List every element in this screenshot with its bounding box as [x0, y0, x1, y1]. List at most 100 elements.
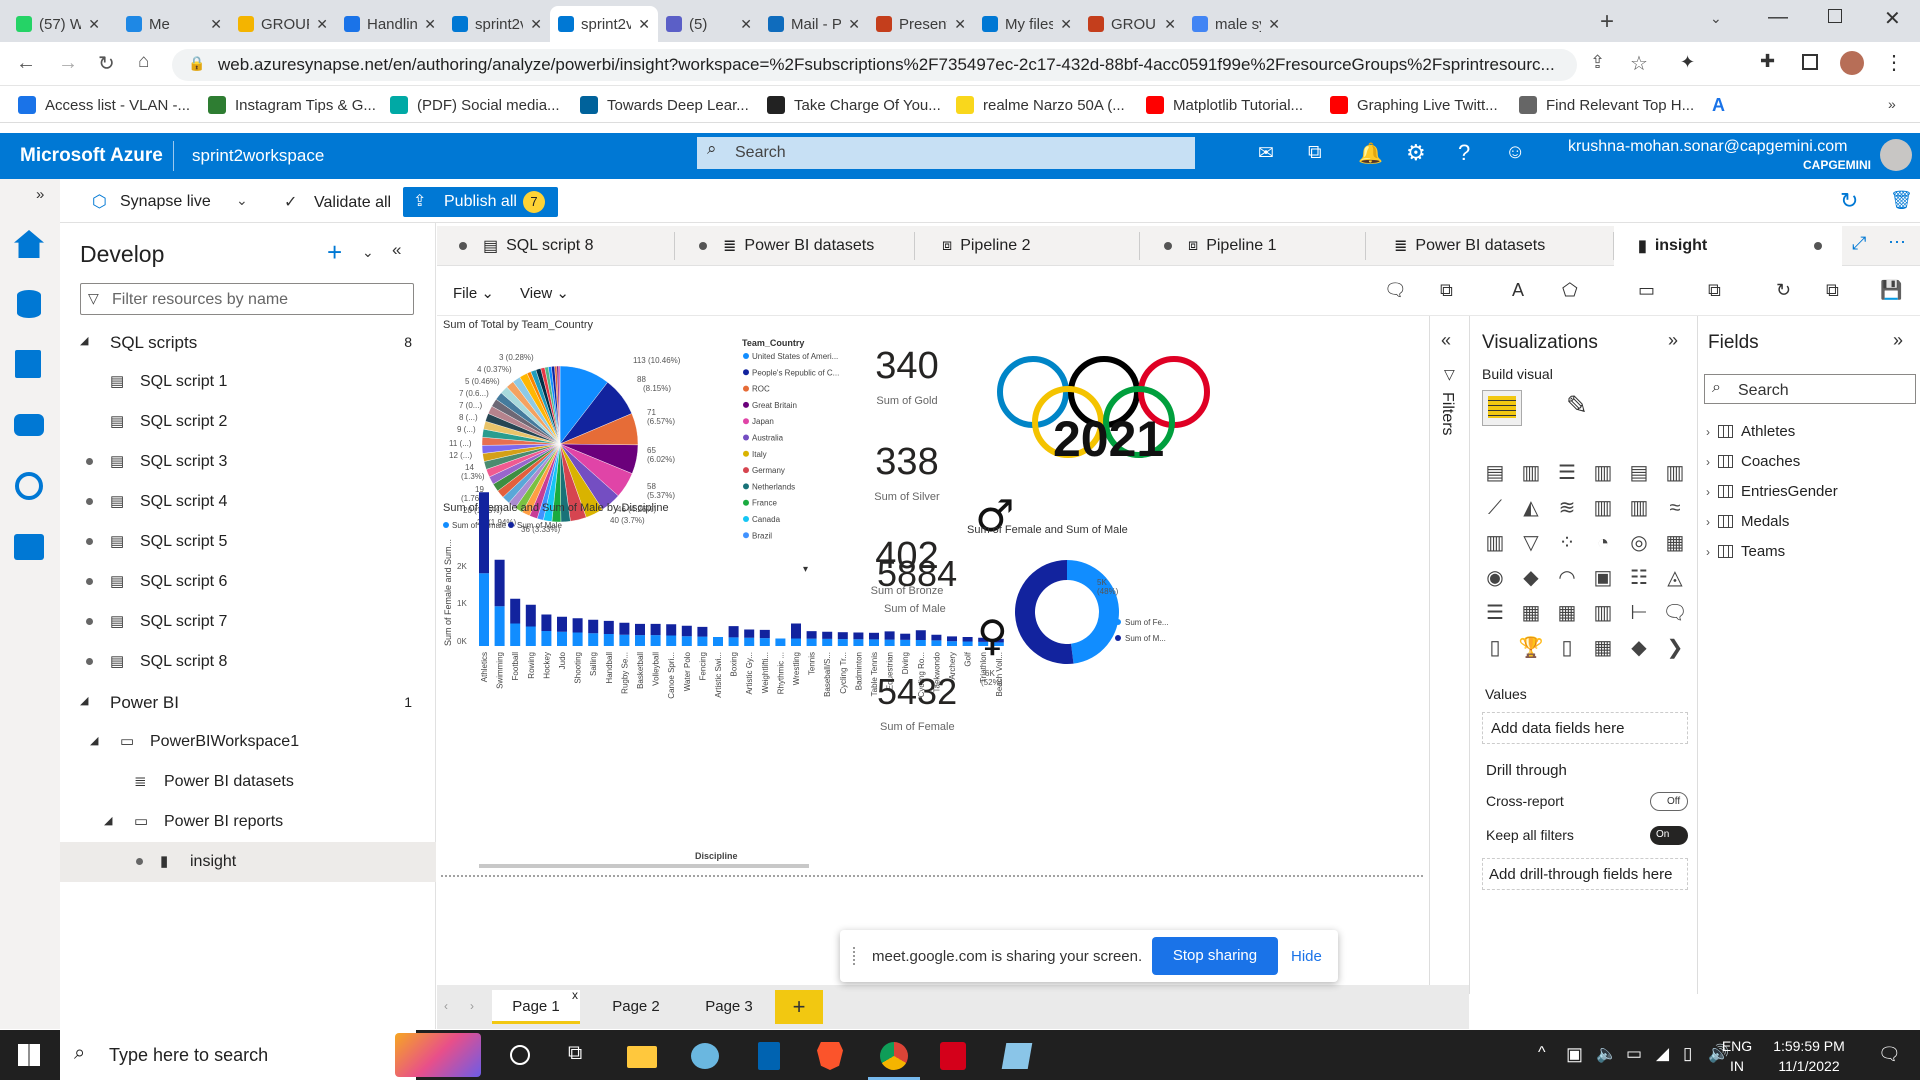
synapse-live-selector[interactable]: Synapse live: [120, 193, 211, 211]
close-tab-icon[interactable]: ✕: [848, 16, 860, 33]
bar-male[interactable]: [572, 618, 583, 633]
bar-male[interactable]: [947, 636, 957, 642]
page-tab[interactable]: Page 3: [688, 990, 770, 1024]
browser-tab[interactable]: sprint2v ✕: [444, 6, 550, 42]
r-visual-icon[interactable]: ▥: [1590, 600, 1616, 626]
settings-icon[interactable]: ⚙: [1406, 140, 1426, 166]
area-chart-icon[interactable]: ◭: [1518, 495, 1544, 521]
bar-male[interactable]: [806, 631, 817, 639]
hide-button[interactable]: Hide: [1291, 948, 1322, 965]
bar-male[interactable]: [557, 616, 567, 632]
visual-interactions-icon[interactable]: ⧉: [1708, 280, 1721, 301]
bar-female[interactable]: [791, 638, 801, 647]
app-icon[interactable]: [691, 1043, 719, 1069]
share-drag-handle[interactable]: [853, 947, 859, 965]
clustered-bar-icon[interactable]: ☰: [1554, 460, 1580, 486]
directory-icon[interactable]: ⧉: [1308, 142, 1322, 164]
bookmark-item[interactable]: Find Relevant Top H...: [1519, 96, 1694, 114]
next-page-icon[interactable]: ›: [470, 999, 474, 1013]
filled-map-icon[interactable]: ◆: [1518, 565, 1544, 591]
paginated-icon[interactable]: ▯: [1482, 635, 1508, 661]
bar-female[interactable]: [525, 626, 536, 647]
tray-power-icon[interactable]: ▯: [1683, 1044, 1692, 1064]
browser-tab[interactable]: (57) Wh ✕: [8, 6, 108, 42]
line-chart-icon[interactable]: ⟋: [1482, 495, 1508, 521]
close-window-button[interactable]: ✕: [1884, 6, 1901, 31]
acrobat-icon[interactable]: [940, 1042, 966, 1070]
bar-female[interactable]: [962, 641, 973, 647]
fields-search-input[interactable]: [1704, 374, 1916, 404]
browser-menu-icon[interactable]: ⋮: [1884, 50, 1904, 75]
sql-script-item[interactable]: ▤ SQL script 4: [60, 482, 436, 522]
legend-item[interactable]: Great Britain: [752, 401, 797, 410]
expand-rail-icon[interactable]: »: [36, 186, 44, 203]
bar-scrollbar[interactable]: [479, 864, 809, 868]
bookmark-item[interactable]: Matplotlib Tutorial...: [1146, 96, 1303, 114]
calculator-icon[interactable]: [758, 1042, 780, 1070]
legend-item[interactable]: Canada: [752, 515, 781, 524]
legend-item[interactable]: Italy: [752, 450, 767, 459]
bar-female[interactable]: [697, 636, 708, 646]
bookmark-star-icon[interactable]: ☆: [1630, 51, 1648, 76]
line-clustered-icon[interactable]: ▥: [1626, 495, 1652, 521]
chevron-down-icon[interactable]: ⌄: [236, 192, 248, 209]
bookmark-item[interactable]: Graphing Live Twitt...: [1330, 96, 1498, 114]
powerbi-reports-item[interactable]: ◢ ▭ Power BI reports: [60, 802, 436, 842]
bar-male[interactable]: [510, 598, 521, 624]
comment-icon[interactable]: 🗨: [1384, 280, 1407, 301]
close-tab-icon[interactable]: ✕: [954, 16, 966, 33]
bookmark-item[interactable]: Instagram Tips & G...: [208, 96, 376, 114]
legend-item[interactable]: United States of Ameri...: [752, 352, 838, 361]
sql-script-item[interactable]: ▤ SQL script 2: [60, 402, 436, 442]
editor-tab[interactable]: ▤ SQL script 8: [437, 226, 675, 266]
task-view-icon[interactable]: ⧉: [568, 1042, 582, 1065]
expand-chevron-icon[interactable]: ›: [1706, 485, 1710, 499]
minimize-button[interactable]: —: [1768, 6, 1788, 29]
bar-male[interactable]: [962, 637, 973, 642]
bar-female[interactable]: [915, 640, 926, 646]
bar-male[interactable]: [697, 626, 708, 637]
collapse-fields-icon[interactable]: »: [1893, 330, 1903, 351]
text-box-icon[interactable]: A: [1512, 280, 1524, 301]
bar-male[interactable]: [728, 626, 739, 638]
bar-female[interactable]: [557, 631, 567, 646]
insight-report-item[interactable]: ▮ insight: [60, 842, 436, 882]
stacked-column-icon[interactable]: ▥: [1518, 460, 1544, 486]
lock-icon[interactable]: 🔒: [188, 55, 205, 72]
bar-female[interactable]: [479, 573, 489, 646]
sql-script-item[interactable]: ▤ SQL script 6: [60, 562, 436, 602]
file-explorer-icon[interactable]: [627, 1046, 657, 1068]
back-icon[interactable]: ←: [16, 52, 36, 75]
more-options-icon[interactable]: ⋯: [1888, 232, 1906, 253]
donut-icon[interactable]: ◎: [1626, 530, 1652, 556]
expand-caret-icon[interactable]: ◢: [104, 814, 112, 827]
bar-female[interactable]: [837, 639, 848, 646]
expand-caret-icon[interactable]: ◢: [80, 334, 88, 347]
close-tab-icon[interactable]: ✕: [316, 16, 328, 33]
power-apps-icon[interactable]: ◆: [1626, 635, 1652, 661]
feedback-icon[interactable]: ✉: [1258, 142, 1274, 165]
bar-male[interactable]: [869, 632, 879, 640]
scatter-icon[interactable]: ⁘: [1554, 530, 1580, 556]
start-button[interactable]: [18, 1044, 40, 1066]
expand-caret-icon[interactable]: ◢: [80, 694, 88, 707]
bookmark-item[interactable]: realme Narzo 50A (...: [956, 96, 1125, 114]
extension-icon[interactable]: ✦: [1680, 52, 1695, 73]
sql-script-item[interactable]: ▤ SQL script 3: [60, 442, 436, 482]
close-tab-icon[interactable]: ✕: [1268, 16, 1280, 33]
field-table-item[interactable]: › Teams: [1706, 543, 1785, 560]
collapse-viz-icon[interactable]: »: [1668, 330, 1678, 351]
notifications-icon[interactable]: 🔔: [1358, 141, 1383, 166]
bar-male[interactable]: [494, 559, 505, 607]
ribbon-icon[interactable]: ≈: [1662, 495, 1688, 521]
integrate-hub-icon[interactable]: [14, 414, 44, 436]
close-tab-icon[interactable]: ✕: [210, 16, 222, 33]
bar-female[interactable]: [728, 637, 739, 646]
bar-male[interactable]: [635, 623, 645, 636]
editor-tab[interactable]: ▮ insight: [1614, 226, 1842, 266]
manage-hub-icon[interactable]: [14, 534, 44, 560]
powerbi-section[interactable]: ◢ Power BI 1: [60, 682, 436, 722]
bar-female[interactable]: [541, 631, 552, 646]
language-indicator[interactable]: ENG IN: [1720, 1036, 1754, 1076]
maximize-editor-icon[interactable]: ⤢: [1852, 233, 1866, 254]
